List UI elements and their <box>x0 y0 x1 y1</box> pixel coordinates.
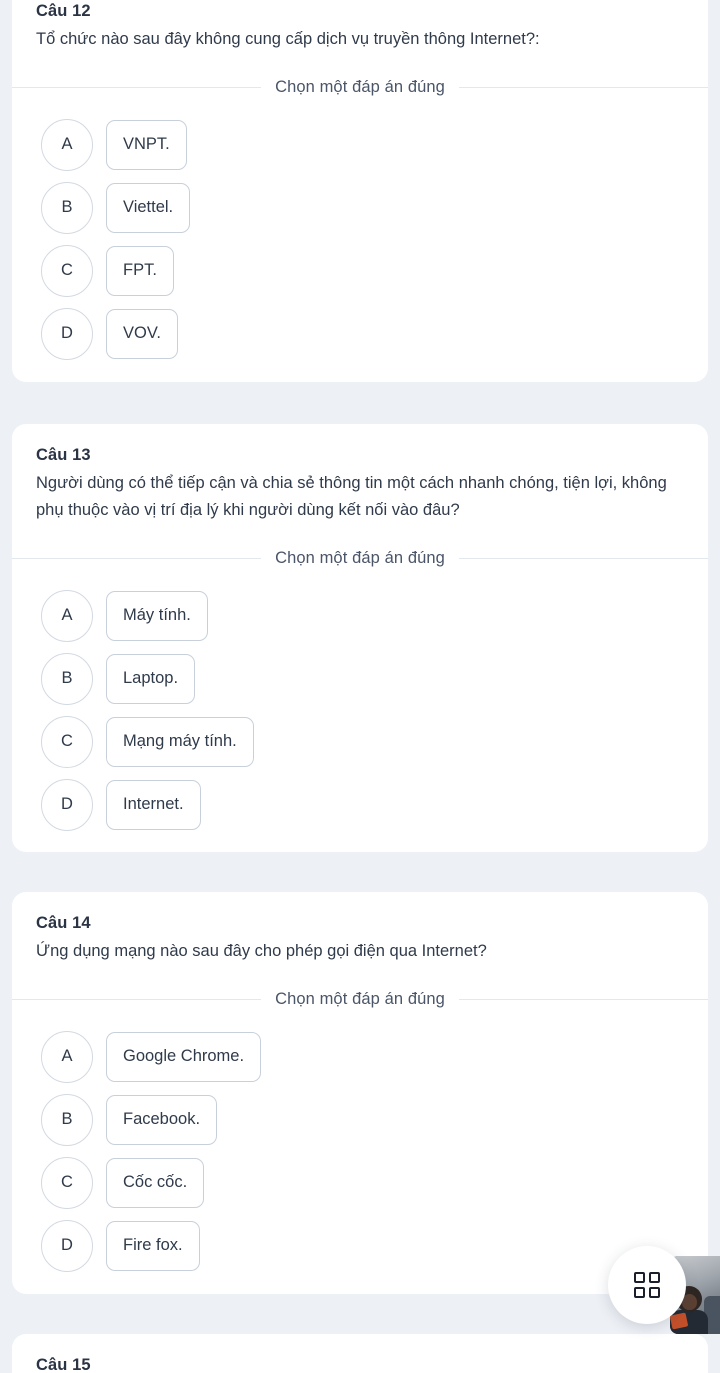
option-row-a[interactable]: A Google Chrome. <box>12 1030 708 1083</box>
grid-cell <box>634 1272 645 1283</box>
option-letter-c[interactable]: C <box>41 715 93 768</box>
divider-rule-right <box>458 999 708 1001</box>
option-letter-d[interactable]: D <box>41 1219 93 1272</box>
option-label-a[interactable]: Google Chrome. <box>106 1031 262 1082</box>
option-label-a[interactable]: Máy tính. <box>106 590 208 641</box>
choose-one-divider-13: Chọn một đáp án đúng <box>12 542 708 576</box>
question-text: Tổ chức nào sau đây không cung cấp dịch … <box>36 30 540 49</box>
apps-menu-button[interactable] <box>608 1246 686 1324</box>
option-label-d[interactable]: Fire fox. <box>106 1220 200 1271</box>
options-list-14: A Google Chrome. B Facebook. C Cốc cốc. … <box>12 1017 708 1294</box>
option-letter-b[interactable]: B <box>41 1093 93 1146</box>
option-letter-a[interactable]: A <box>41 118 93 171</box>
option-label-b[interactable]: Facebook. <box>106 1094 218 1145</box>
options-list-12: A VNPT. B Viettel. C FPT. D VOV. <box>12 105 708 382</box>
option-label-c[interactable]: FPT. <box>106 245 174 296</box>
question-card-15: Câu 15 <box>12 1334 708 1373</box>
option-row-d[interactable]: D VOV. <box>12 307 708 360</box>
option-letter-c[interactable]: C <box>41 1156 93 1209</box>
grid-cell <box>649 1287 660 1298</box>
option-label-d[interactable]: Internet. <box>106 779 201 830</box>
choose-one-divider-12: Chọn một đáp án đúng <box>12 71 708 105</box>
choose-one-label: Chọn một đáp án đúng <box>275 549 445 568</box>
option-row-c[interactable]: C FPT. <box>12 244 708 297</box>
option-row-d[interactable]: D Fire fox. <box>12 1219 708 1272</box>
question-text: Người dùng có thể tiếp cận và chia sẻ th… <box>36 474 667 519</box>
option-label-b[interactable]: Laptop. <box>106 653 196 704</box>
option-row-c[interactable]: C Mạng máy tính. <box>12 715 708 768</box>
question-card-13: Câu 13 Người dùng có thể tiếp cận và chi… <box>12 424 708 852</box>
option-row-b[interactable]: B Laptop. <box>12 652 708 705</box>
choose-one-label: Chọn một đáp án đúng <box>275 990 445 1009</box>
question-header-12: Câu 12 Tổ chức nào sau đây không cung cấ… <box>12 0 708 53</box>
question-header-15: Câu 15 <box>12 1334 708 1373</box>
divider-rule-right <box>458 558 708 560</box>
option-letter-a[interactable]: A <box>41 1030 93 1083</box>
option-label-c[interactable]: Cốc cốc. <box>106 1157 205 1208</box>
option-letter-a[interactable]: A <box>41 589 93 642</box>
option-row-b[interactable]: B Viettel. <box>12 181 708 234</box>
divider-rule-left <box>12 558 262 560</box>
option-label-a[interactable]: VNPT. <box>106 119 187 170</box>
option-row-d[interactable]: D Internet. <box>12 778 708 831</box>
option-letter-b[interactable]: B <box>41 181 93 234</box>
question-number: Câu 12 <box>36 2 91 20</box>
question-number: Câu 13 <box>36 446 91 464</box>
question-number: Câu 15 <box>36 1356 91 1373</box>
grid-cell <box>649 1272 660 1283</box>
question-header-14: Câu 14 Ứng dụng mạng nào sau đây cho phé… <box>12 892 708 965</box>
question-number: Câu 14 <box>36 914 91 932</box>
divider-rule-left <box>12 87 262 89</box>
option-label-d[interactable]: VOV. <box>106 308 178 359</box>
question-header-13: Câu 13 Người dùng có thể tiếp cận và chi… <box>12 424 708 524</box>
question-text: Ứng dụng mạng nào sau đây cho phép gọi đ… <box>36 942 487 961</box>
option-row-c[interactable]: C Cốc cốc. <box>12 1156 708 1209</box>
option-row-a[interactable]: A VNPT. <box>12 118 708 171</box>
option-letter-d[interactable]: D <box>41 307 93 360</box>
option-letter-b[interactable]: B <box>41 652 93 705</box>
choose-one-label: Chọn một đáp án đúng <box>275 78 445 97</box>
floating-widget <box>608 1246 720 1338</box>
option-letter-c[interactable]: C <box>41 244 93 297</box>
option-label-c[interactable]: Mạng máy tính. <box>106 716 254 767</box>
quiz-page: Câu 12 Tổ chức nào sau đây không cung cấ… <box>0 0 720 1373</box>
choose-one-divider-14: Chọn một đáp án đúng <box>12 983 708 1017</box>
option-label-b[interactable]: Viettel. <box>106 182 191 233</box>
divider-rule-right <box>458 87 708 89</box>
option-letter-d[interactable]: D <box>41 778 93 831</box>
option-row-b[interactable]: B Facebook. <box>12 1093 708 1146</box>
question-card-14: Câu 14 Ứng dụng mạng nào sau đây cho phé… <box>12 892 708 1294</box>
options-list-13: A Máy tính. B Laptop. C Mạng máy tính. D… <box>12 576 708 852</box>
grid-apps-icon <box>634 1272 660 1298</box>
divider-rule-left <box>12 999 262 1001</box>
grid-cell <box>634 1287 645 1298</box>
question-card-12: Câu 12 Tổ chức nào sau đây không cung cấ… <box>12 0 708 382</box>
option-row-a[interactable]: A Máy tính. <box>12 589 708 642</box>
